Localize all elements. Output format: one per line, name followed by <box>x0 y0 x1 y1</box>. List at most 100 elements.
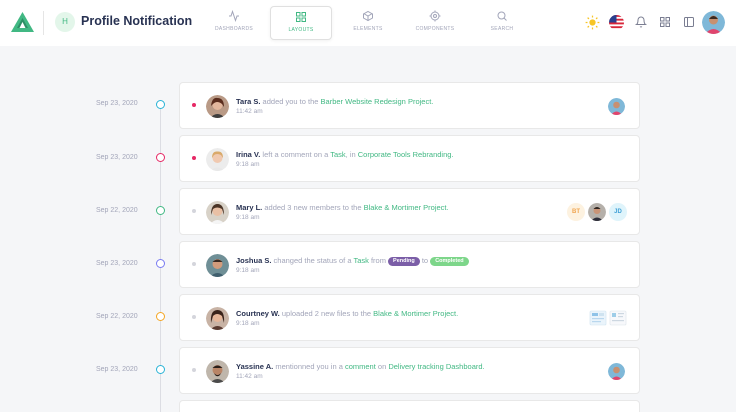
avatar <box>206 95 229 118</box>
unread-indicator <box>192 103 196 107</box>
timeline-dot <box>156 259 165 268</box>
search-icon <box>497 11 507 21</box>
activity-icon <box>229 10 239 22</box>
tab-elements[interactable]: ELEMENTS <box>337 6 399 40</box>
tab-label: ELEMENTS <box>353 26 383 32</box>
avatar <box>206 148 229 171</box>
page-title: Profile Notification <box>81 14 193 28</box>
notification-message: Mary L. added 3 new members to the Blake… <box>236 203 449 212</box>
timeline-date: Sep 23, 2020 <box>96 100 138 107</box>
message-text: on <box>375 362 389 371</box>
user-avatar[interactable] <box>702 11 725 34</box>
page-initial-badge: H <box>55 12 75 32</box>
message-text: mentionned you in a <box>273 362 345 371</box>
notification-card[interactable]: Mary L. added 3 new members to the Blake… <box>179 188 640 235</box>
notification-card[interactable]: Irina V. left a comment on a Task, in Co… <box>179 135 640 182</box>
message-text: to <box>419 256 431 265</box>
status-badge-completed: Completed <box>430 256 469 266</box>
app-logo-icon[interactable] <box>11 12 34 32</box>
tab-label: SEARCH <box>490 26 514 32</box>
tab-layouts[interactable]: LAYOUTS <box>270 6 332 40</box>
tab-label: LAYOUTS <box>288 27 314 33</box>
notification-message: Courtney W. uploaded 2 new files to the … <box>236 309 458 318</box>
file-thumbnail[interactable] <box>609 309 627 327</box>
notification-message: Joshua S. changed the status of a Task f… <box>236 256 469 266</box>
read-indicator <box>192 262 196 266</box>
project-link[interactable]: Delivery tracking Dashboard. <box>388 362 484 371</box>
avatar[interactable] <box>608 98 625 115</box>
task-link[interactable]: Task <box>330 150 345 159</box>
comment-link[interactable]: comment <box>345 362 376 371</box>
tab-components[interactable]: COMPONENTS <box>404 6 466 40</box>
avatar <box>206 254 229 277</box>
project-link[interactable]: Barber Website Redesign Project. <box>321 97 434 106</box>
status-badge-pending: Pending <box>388 256 420 266</box>
project-link[interactable]: Blake & Mortimer Project. <box>373 309 458 318</box>
message-text: changed the status of a <box>271 256 354 265</box>
timeline-dot <box>156 153 165 162</box>
sidebar-toggle-icon[interactable] <box>683 16 695 28</box>
avatar <box>206 307 229 330</box>
file-thumbnail[interactable] <box>589 309 607 327</box>
user-name[interactable]: Courtney W. <box>236 309 280 318</box>
timeline-date: Sep 22, 2020 <box>96 207 138 214</box>
read-indicator <box>192 209 196 213</box>
sun-icon[interactable] <box>585 15 600 30</box>
avatar <box>206 360 229 383</box>
notification-card[interactable]: Courtney W. uploaded 2 new files to the … <box>179 294 640 341</box>
notification-message: Irina V. left a comment on a Task, in Co… <box>236 150 454 159</box>
message-text: uploaded 2 new files to the <box>279 309 374 318</box>
member-avatar[interactable]: BT <box>567 203 585 221</box>
notification-card[interactable]: Tara S. added you to the Barber Website … <box>179 82 640 129</box>
bell-icon[interactable] <box>635 16 647 28</box>
notification-time: 9:18 am <box>236 214 260 221</box>
user-name[interactable]: Tara S. <box>236 97 260 106</box>
user-name[interactable]: Yassine A. <box>236 362 273 371</box>
message-text: , in <box>345 150 358 159</box>
message-text: from <box>368 256 389 265</box>
task-link[interactable]: Task <box>353 256 368 265</box>
timeline-date: Sep 23, 2020 <box>96 260 138 267</box>
user-name[interactable]: Joshua S. <box>236 256 271 265</box>
navbar-divider <box>43 11 44 35</box>
timeline-dot <box>156 365 165 374</box>
unread-indicator <box>192 156 196 160</box>
user-name[interactable]: Mary L. <box>236 203 262 212</box>
message-text: left a comment on a <box>260 150 331 159</box>
message-text: added you to the <box>260 97 321 106</box>
read-indicator <box>192 315 196 319</box>
timeline-dot <box>156 100 165 109</box>
apps-grid-icon[interactable] <box>659 16 671 28</box>
user-name[interactable]: Irina V. <box>236 150 260 159</box>
notification-card[interactable]: Yassine A. mentionned you in a comment o… <box>179 347 640 394</box>
notification-time: 11:42 am <box>236 373 263 380</box>
notification-card[interactable]: Joshua S. changed the status of a Task f… <box>179 241 640 288</box>
read-indicator <box>192 368 196 372</box>
us-flag-icon[interactable] <box>609 15 624 30</box>
message-text: added 3 new members to the <box>262 203 364 212</box>
member-avatar[interactable] <box>588 203 606 221</box>
cog-icon <box>429 10 441 22</box>
notification-time: 9:18 am <box>236 161 260 168</box>
project-link[interactable]: Corporate Tools Rebranding. <box>358 150 454 159</box>
notification-time: 9:18 am <box>236 267 260 274</box>
timeline-dot <box>156 206 165 215</box>
timeline-date: Sep 22, 2020 <box>96 313 138 320</box>
notification-time: 9:18 am <box>236 320 260 327</box>
notification-card[interactable] <box>179 400 640 412</box>
avatar <box>206 201 229 224</box>
box-icon <box>363 10 373 22</box>
timeline-dot <box>156 312 165 321</box>
project-link[interactable]: Blake & Mortimer Project. <box>364 203 449 212</box>
grid-icon <box>296 12 306 22</box>
timeline-date: Sep 23, 2020 <box>96 366 138 373</box>
top-navbar: H Profile Notification DASHBOARDS LAYOUT… <box>0 0 736 46</box>
notification-message: Tara S. added you to the Barber Website … <box>236 97 433 106</box>
notification-time: 11:42 am <box>236 108 263 115</box>
tab-dashboards[interactable]: DASHBOARDS <box>203 6 265 40</box>
avatar[interactable] <box>608 363 625 380</box>
notification-message: Yassine A. mentionned you in a comment o… <box>236 362 485 371</box>
tab-label: COMPONENTS <box>415 26 455 32</box>
member-avatar[interactable]: JD <box>609 203 627 221</box>
tab-search[interactable]: SEARCH <box>471 6 533 40</box>
